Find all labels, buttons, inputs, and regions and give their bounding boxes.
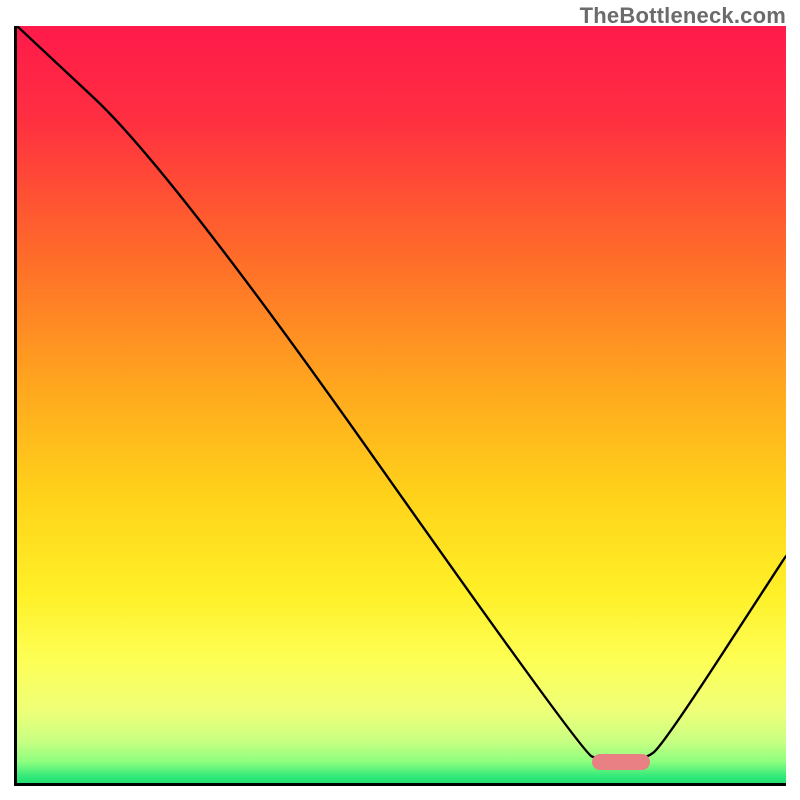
chart-container: TheBottleneck.com: [0, 0, 800, 800]
bottleneck-curve: [17, 26, 786, 783]
plot-area: [14, 26, 786, 786]
optimal-marker: [592, 754, 650, 770]
